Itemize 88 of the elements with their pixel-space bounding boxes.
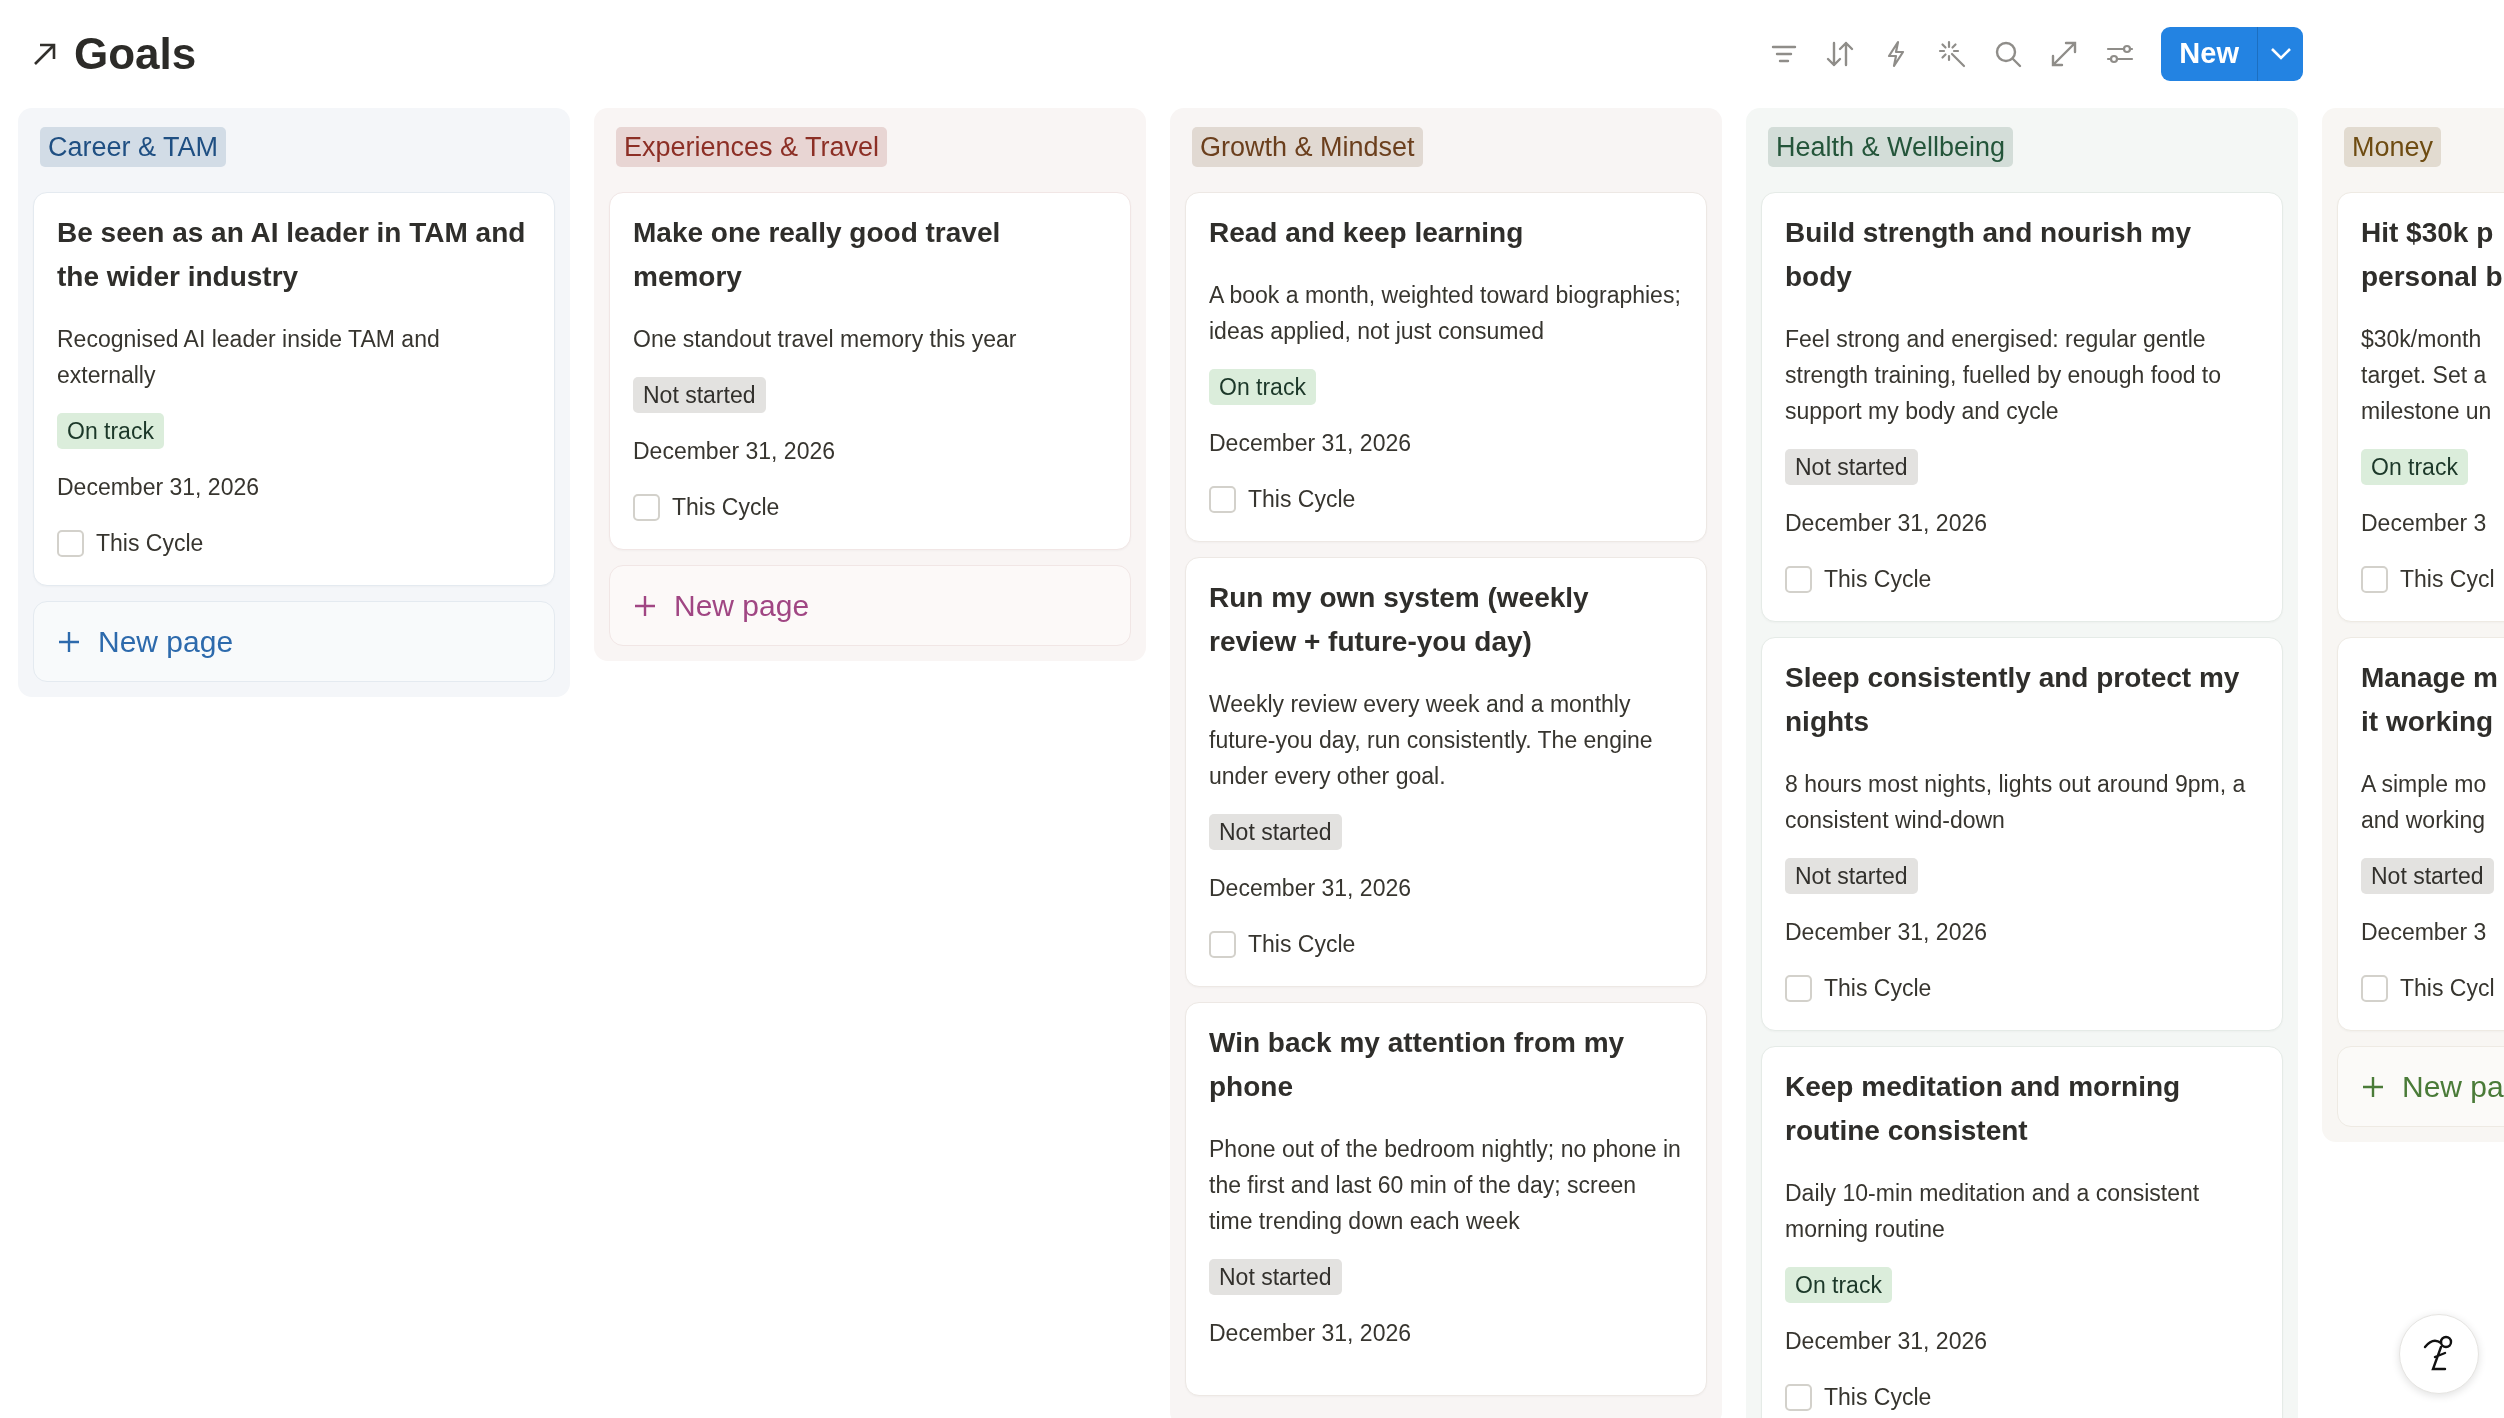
goal-card[interactable]: Build strength and nourish my body Feel strong and energised: regular gentle strength training, fuelled by enough food to support my body and cycle Not started December 31, 2026 This Cycle xyxy=(1761,192,2283,622)
card-description: One standout travel memory this year xyxy=(633,325,1018,354)
goal-card[interactable]: Sleep consistently and protect my nights 8 hours most nights, lights out around 9pm, a consistent wind-down Not started December 31, 2026 This Cycle xyxy=(1761,637,2283,1031)
checkbox-label: This Cycl xyxy=(2400,973,2495,1003)
goal-card[interactable]: Run my own system (weekly review + future-you day) Weekly review every week and a monthly future-you day, run consistently. The engine under every other goal. Not started December 31, 2026 This Cycle xyxy=(1185,557,1707,987)
goal-card[interactable]: Manage m it working A simple mo and working Not started December 3 This Cycl xyxy=(2337,637,2504,1031)
new-button[interactable]: New xyxy=(2161,27,2257,81)
due-date: December 3 xyxy=(2361,509,2488,538)
checkbox-label: This Cycle xyxy=(1824,973,1932,1003)
status-tag: On track xyxy=(57,413,164,449)
goal-card[interactable]: Keep meditation and morning routine consistent Daily 10-min meditation and a consistent morning routine On track December 31, 2026 This Cycle xyxy=(1761,1046,2283,1418)
card-description: 8 hours most nights, lights out around 9pm, a consistent wind-down xyxy=(1785,770,2247,835)
status-tag: On track xyxy=(1785,1267,1892,1303)
due-date: December 31, 2026 xyxy=(633,437,836,466)
due-date: December 31, 2026 xyxy=(1785,918,1988,947)
card-title: Make one really good travel memory xyxy=(633,216,1002,294)
column-tag: Growth & Mindset xyxy=(1192,127,1423,167)
card-title: Keep meditation and morning routine consistent xyxy=(1785,1070,2182,1148)
checkbox-label: This Cycle xyxy=(1248,929,1356,959)
search-icon[interactable] xyxy=(1993,39,2024,69)
checkbox-label: This Cycle xyxy=(1248,484,1356,514)
checkbox-label: This Cycle xyxy=(1824,1382,1932,1412)
card-title: Hit $30k p personal b xyxy=(2361,216,2504,294)
due-date: December 31, 2026 xyxy=(1209,874,1412,903)
dropdown-button[interactable] xyxy=(2257,27,2303,81)
checkbox-label: This Cycle xyxy=(672,492,780,522)
goal-card[interactable]: Read and keep learning A book a month, weighted toward biographies; ideas applied, not just consumed On track December 31, 2026 This Cycle xyxy=(1185,192,1707,542)
card-description: Daily 10-min meditation and a consistent morning routine xyxy=(1785,1179,2201,1244)
card-title: Build strength and nourish my body xyxy=(1785,216,2192,294)
checkbox[interactable] xyxy=(2361,974,2388,1002)
caret-icon xyxy=(2269,47,2292,61)
checkbox-label: This Cycle xyxy=(1824,564,1932,594)
checkbox[interactable] xyxy=(1209,485,1236,513)
page-title: Goals xyxy=(74,32,197,76)
new-page-button[interactable]: New pa xyxy=(2337,1046,2504,1127)
new-page-button[interactable]: New page xyxy=(33,601,555,682)
checkbox[interactable] xyxy=(1785,974,1812,1002)
goal-card[interactable]: Win back my attention from my phone Phone out of the bedroom nightly; no phone in the first and last 60 min of the day; screen time trending down each week Not started December 31, 2026 xyxy=(1185,1002,1707,1396)
card-description: $30k/month target. Set a milestone un xyxy=(2361,325,2493,426)
arrow-icon xyxy=(32,41,58,67)
card-title: Sleep consistently and protect my nights xyxy=(1785,661,2241,739)
card-description: Phone out of the bedroom nightly; no phone in the first and last 60 min of the day; screen time trending down each week xyxy=(1209,1135,1682,1236)
checkbox[interactable] xyxy=(1785,565,1812,593)
checkbox-label: This Cycle xyxy=(96,528,204,558)
checkbox[interactable] xyxy=(1785,1383,1812,1411)
status-tag: Not started xyxy=(1785,449,1918,485)
new-page-button[interactable]: New page xyxy=(609,565,1131,646)
help-button[interactable] xyxy=(2399,1314,2479,1394)
checkbox[interactable] xyxy=(633,493,660,521)
sort-icon[interactable] xyxy=(1825,39,1856,69)
checkbox-label: This Cycl xyxy=(2400,564,2495,594)
due-date: December 31, 2026 xyxy=(1785,1327,1988,1356)
column-tag: Career & TAM xyxy=(40,127,227,167)
status-tag: Not started xyxy=(633,377,766,413)
status-tag: Not started xyxy=(2361,858,2494,894)
goal-card[interactable]: Make one really good travel memory One standout travel memory this year Not started December 31, 2026 This Cycle xyxy=(609,192,1131,550)
card-title: Manage m it working xyxy=(2361,661,2499,739)
due-date: December 3 xyxy=(2361,918,2488,947)
card-description: Feel strong and energised: regular gentle strength training, fuelled by enough food to support my body and cycle xyxy=(1785,325,2223,426)
due-date: December 31, 2026 xyxy=(1785,509,1988,538)
checkbox[interactable] xyxy=(2361,565,2388,593)
card-title: Win back my attention from my phone xyxy=(1209,1026,1626,1104)
status-tag: Not started xyxy=(1785,858,1918,894)
card-title: Read and keep learning xyxy=(1209,216,1525,250)
card-description: Recognised AI leader inside TAM and externally xyxy=(57,325,441,390)
status-tag: On track xyxy=(1209,369,1316,405)
column-tag: Experiences & Travel xyxy=(616,127,888,167)
card-description: Weekly review every week and a monthly future-you day, run consistently. The engine under every other goal. xyxy=(1209,690,1654,791)
plus-icon xyxy=(2362,1075,2384,1098)
plus-icon xyxy=(634,594,656,617)
card-description: A book a month, weighted toward biographies; ideas applied, not just consumed xyxy=(1209,281,1682,346)
due-date: December 31, 2026 xyxy=(57,473,260,502)
goal-card[interactable]: Be seen as an AI leader in TAM and the wider industry Recognised AI leader inside TAM and externally On track December 31, 2026 This Cycle xyxy=(33,192,555,586)
column-tag: Money xyxy=(2344,127,2442,167)
checkbox[interactable] xyxy=(1209,930,1236,958)
column-tag: Health & Wellbeing xyxy=(1768,127,2014,167)
status-tag: Not started xyxy=(1209,1259,1342,1295)
due-date: December 31, 2026 xyxy=(1209,429,1412,458)
card-title: Run my own system (weekly review + future-you day) xyxy=(1209,581,1590,659)
plus-icon xyxy=(58,630,80,653)
due-date: December 31, 2026 xyxy=(1209,1319,1412,1348)
goal-card[interactable]: Hit $30k p personal b $30k/month target. Set a milestone un On track December 3 This Cycl xyxy=(2337,192,2504,622)
status-tag: On track xyxy=(2361,449,2468,485)
magic-wand-icon[interactable] xyxy=(1937,39,1968,69)
card-description: A simple mo and working xyxy=(2361,770,2488,835)
status-tag: Not started xyxy=(1209,814,1342,850)
card-title: Be seen as an AI leader in TAM and the wider industry xyxy=(57,216,527,294)
checkbox[interactable] xyxy=(57,529,84,557)
